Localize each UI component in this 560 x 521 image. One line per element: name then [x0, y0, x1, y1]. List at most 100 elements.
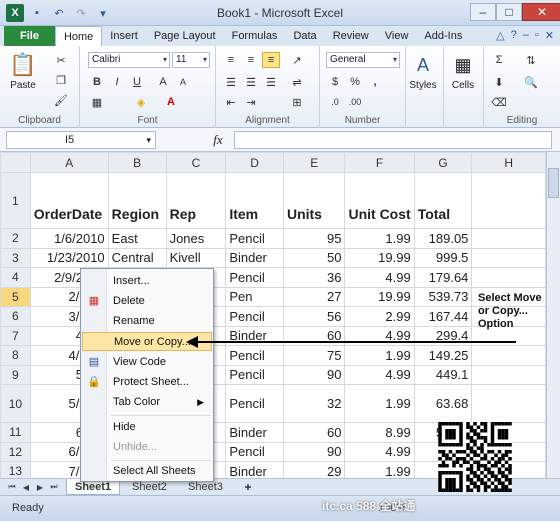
cell[interactable] [471, 247, 546, 268]
cell[interactable] [471, 228, 546, 249]
cell[interactable]: Pencil [225, 267, 284, 288]
increase-decimal-icon[interactable]: .0 [326, 94, 344, 110]
cell[interactable]: 63.68 [413, 384, 473, 423]
bold-icon[interactable]: B [88, 74, 106, 90]
cell[interactable]: 27 [282, 286, 346, 307]
row-header[interactable]: 10 [0, 384, 31, 423]
cell[interactable]: 19.99 [344, 247, 415, 268]
first-sheet-icon[interactable]: ⏮ [6, 481, 18, 493]
cell[interactable] [471, 267, 546, 288]
find-select-icon[interactable]: 🔍 [522, 74, 540, 90]
menu-item-view-code[interactable]: ▤ View Code [82, 353, 212, 372]
name-box[interactable]: I5 ▾ [6, 131, 156, 149]
column-header[interactable]: D [225, 152, 284, 173]
tab-view[interactable]: View [377, 26, 417, 46]
cell[interactable]: 36 [282, 267, 346, 288]
align-middle-icon[interactable]: ≡ [242, 52, 260, 68]
cell[interactable]: 999.5 [413, 247, 473, 268]
cell[interactable]: Rep [165, 172, 227, 229]
cell[interactable]: Binder [225, 247, 284, 268]
orientation-icon[interactable]: ↗ [288, 52, 306, 68]
window-close-icon[interactable]: ✕ [545, 29, 554, 42]
vertical-scrollbar[interactable] [546, 152, 560, 478]
window-restore-icon[interactable]: ▫ [535, 29, 539, 42]
clear-icon[interactable]: ⌫ [490, 94, 508, 110]
cell[interactable]: Pencil [225, 345, 284, 366]
insert-function-icon[interactable]: fx [204, 131, 232, 149]
cell[interactable]: Pen [225, 286, 284, 307]
align-left-icon[interactable]: ☰ [222, 74, 240, 90]
cell[interactable]: OrderDate [29, 172, 109, 229]
column-header[interactable]: G [413, 152, 473, 173]
cell[interactable]: 75 [282, 345, 346, 366]
cell[interactable]: Pencil [225, 384, 284, 423]
cell[interactable]: Pencil [225, 306, 284, 327]
font-name-field[interactable]: Calibri ▾ [88, 52, 170, 68]
prev-sheet-icon[interactable]: ◀ [20, 481, 32, 493]
window-minimize-icon[interactable]: – [523, 29, 529, 42]
cell[interactable]: Jones [165, 228, 227, 249]
cell[interactable]: 4.99 [344, 364, 415, 385]
decrease-indent-icon[interactable]: ⇤ [222, 94, 240, 110]
scroll-thumb[interactable] [548, 168, 559, 198]
row-header[interactable]: 9 [0, 364, 31, 385]
row-header[interactable]: 13 [0, 461, 31, 478]
cell[interactable]: East [107, 228, 167, 249]
cell[interactable]: 179.64 [413, 267, 473, 288]
cell[interactable] [471, 345, 546, 366]
cell[interactable]: 1.99 [344, 228, 415, 249]
cell[interactable]: 1.99 [344, 461, 415, 478]
tab-insert[interactable]: Insert [102, 26, 146, 46]
tab-page-layout[interactable]: Page Layout [146, 26, 224, 46]
fill-icon[interactable]: ⬇ [490, 74, 508, 90]
row-header[interactable]: 5 [0, 286, 31, 307]
comma-style-icon[interactable]: , [366, 74, 384, 90]
menu-item-hide[interactable]: Hide [82, 418, 212, 437]
wrap-text-icon[interactable]: ⇌ [288, 74, 306, 90]
cell[interactable]: 8.99 [344, 422, 415, 443]
decrease-decimal-icon[interactable]: .00 [346, 94, 364, 110]
cell[interactable]: 167.44 [413, 306, 473, 327]
cell[interactable]: 4.99 [344, 441, 415, 462]
number-format-field[interactable]: General ▾ [326, 52, 400, 68]
cell[interactable]: Item [225, 172, 284, 229]
merge-center-icon[interactable]: ⊞ [288, 94, 306, 110]
tab-add-ins[interactable]: Add-Ins [416, 26, 470, 46]
cell[interactable]: Central [107, 247, 167, 268]
minimize-ribbon-icon[interactable]: △ [496, 29, 504, 42]
row-header[interactable]: 3 [0, 247, 31, 268]
cell[interactable]: Pencil [225, 228, 284, 249]
paste-button[interactable]: 📋 Paste [8, 50, 38, 91]
cell[interactable]: 19.99 [344, 286, 415, 307]
font-size-field[interactable]: 11 ▾ [172, 52, 210, 68]
column-header[interactable]: E [282, 152, 346, 173]
cell[interactable]: Kivell [165, 247, 227, 268]
column-header[interactable]: A [29, 152, 109, 173]
sort-filter-icon[interactable]: ⇅ [522, 52, 540, 68]
next-sheet-icon[interactable]: ▶ [34, 481, 46, 493]
column-header[interactable]: H [471, 152, 546, 173]
tab-file[interactable]: File [4, 26, 55, 46]
cell[interactable]: 1.99 [344, 345, 415, 366]
cell[interactable]: 29 [282, 461, 346, 478]
row-header[interactable]: 7 [0, 325, 31, 346]
cells-button[interactable]: ▦ Cells [448, 50, 478, 92]
row-header[interactable]: 1 [0, 172, 31, 229]
cell[interactable]: 60 [282, 422, 346, 443]
row-header[interactable]: 11 [0, 422, 31, 443]
tab-formulas[interactable]: Formulas [224, 26, 286, 46]
increase-indent-icon[interactable]: ⇥ [242, 94, 260, 110]
underline-icon[interactable]: U [128, 74, 146, 90]
cell[interactable] [471, 364, 546, 385]
cell[interactable]: 90 [282, 441, 346, 462]
cell[interactable]: 1.99 [344, 384, 415, 423]
close-button[interactable]: ✕ [522, 3, 560, 21]
align-bottom-icon[interactable]: ≡ [262, 52, 280, 68]
cell[interactable]: 4.99 [344, 267, 415, 288]
cell[interactable]: 189.05 [413, 228, 473, 249]
cell[interactable]: Pencil [225, 364, 284, 385]
align-center-icon[interactable]: ☰ [242, 74, 260, 90]
row-header[interactable]: 12 [0, 441, 31, 462]
autosum-icon[interactable]: Σ [490, 52, 508, 68]
cell[interactable] [471, 172, 546, 229]
